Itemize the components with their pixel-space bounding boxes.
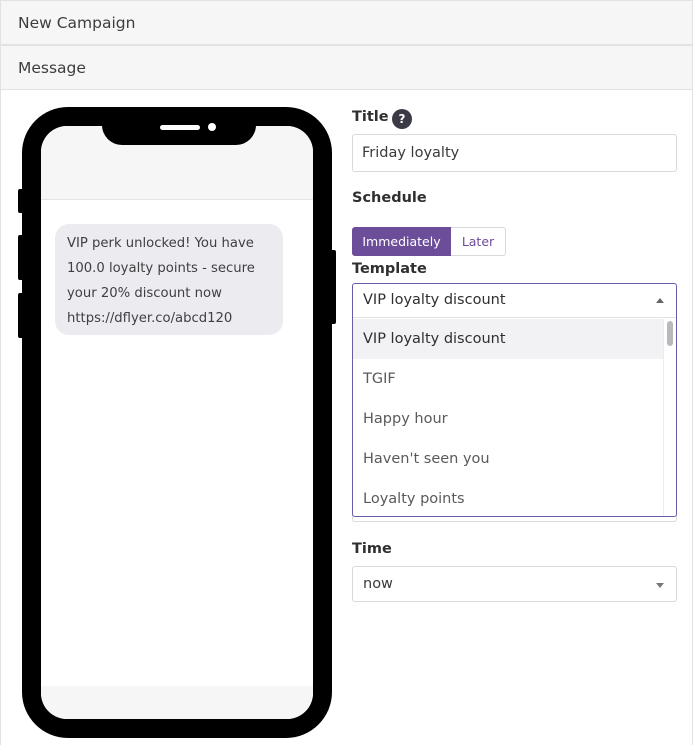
phone-speaker [160,125,200,130]
message-line: your 20% discount now [67,286,222,301]
message-line: https://dflyer.co/abcd120 [67,311,233,326]
dropdown-scrollbar[interactable] [663,319,675,516]
title-input[interactable] [352,134,677,172]
template-label: Template [352,261,427,277]
template-selected-text: VIP loyalty discount [363,292,506,308]
schedule-later-button[interactable]: Later [451,227,506,256]
phone-notch [102,107,256,145]
chevron-down-icon [656,583,664,588]
template-select[interactable]: VIP loyalty discount VIP loyalty discoun… [352,283,677,517]
phone-camera [208,123,216,131]
schedule-immediately-button[interactable]: Immediately [352,227,451,256]
chevron-up-icon [656,298,664,303]
phone-bottom-area [41,686,313,719]
time-select-value: now [363,576,393,592]
template-option[interactable]: VIP loyalty discount [353,319,663,359]
time-select[interactable]: now [352,566,677,602]
message-line: VIP perk unlocked! You have [67,236,254,251]
message-section-title: Message [18,59,86,77]
scrollbar-thumb[interactable] [667,321,673,346]
title-label: Title [352,109,389,125]
template-option[interactable]: Loyalty points [353,479,663,519]
help-icon[interactable]: ? [392,109,412,129]
sms-message-bubble: VIP perk unlocked! You have 100.0 loyalt… [55,224,283,335]
message-section-header[interactable]: Message [0,45,693,90]
message-line: 100.0 loyalty points - secure [67,261,255,276]
template-option[interactable]: Happy hour [353,399,663,439]
template-option[interactable]: TGIF [353,359,663,399]
template-select-value[interactable]: VIP loyalty discount [353,284,676,318]
phone-preview: VIP perk unlocked! You have 100.0 loyalt… [22,107,332,738]
phone-screen: VIP perk unlocked! You have 100.0 loyalt… [41,126,313,719]
campaign-header-title: New Campaign [18,14,136,32]
campaign-header[interactable]: New Campaign [0,0,693,45]
time-label: Time [352,541,392,557]
template-option[interactable]: Haven't seen you [353,439,663,479]
schedule-label: Schedule [352,190,427,206]
